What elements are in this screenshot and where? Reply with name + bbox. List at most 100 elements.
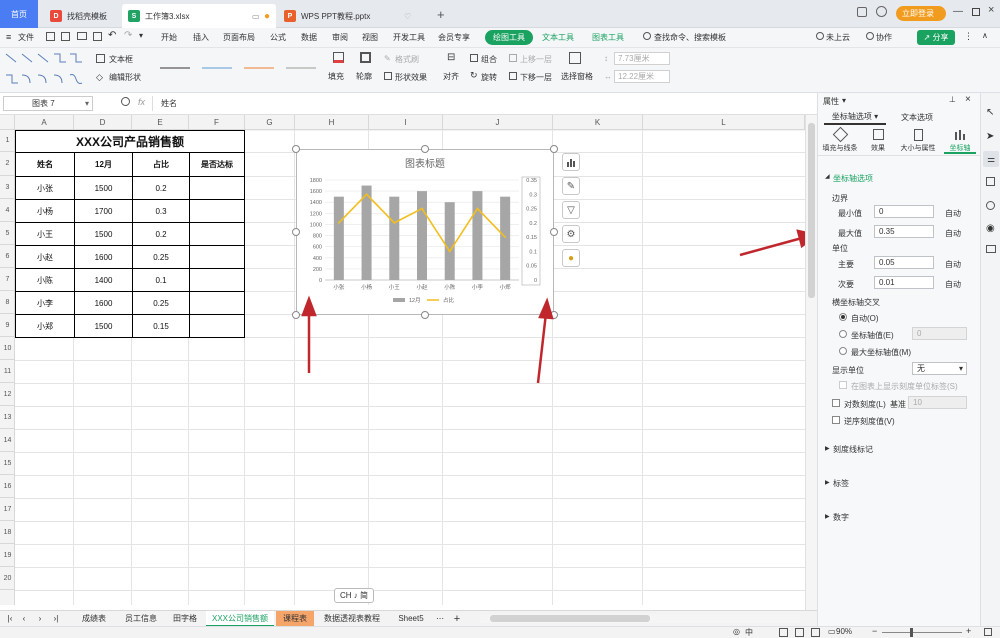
section-collapse-icon[interactable]: ▶ bbox=[825, 513, 830, 520]
menu-insert[interactable]: 插入 bbox=[193, 32, 209, 43]
row-header[interactable]: 11 bbox=[0, 360, 15, 383]
table-cell[interactable]: 0.1 bbox=[133, 269, 190, 292]
normal-view-icon[interactable] bbox=[779, 628, 788, 637]
tab-axis-options[interactable]: 坐标轴选项 ▾ bbox=[824, 111, 886, 125]
chart-filter-button[interactable]: ▽ bbox=[562, 201, 580, 219]
row-header[interactable]: 12 bbox=[0, 383, 15, 406]
shape-effect-button[interactable]: 形状效果 bbox=[395, 72, 427, 83]
table-cell[interactable] bbox=[190, 269, 245, 292]
add-sheet-icon[interactable]: + bbox=[452, 611, 462, 627]
menu-developer[interactable]: 开发工具 bbox=[393, 32, 425, 43]
section-collapse-icon[interactable]: ▶ bbox=[825, 479, 830, 486]
login-button[interactable]: 立即登录 bbox=[896, 6, 946, 21]
cross-value-input[interactable]: 0 bbox=[912, 327, 967, 340]
more-options-icon[interactable]: ⋮ bbox=[964, 31, 973, 42]
cursor-icon[interactable]: ➤ bbox=[986, 131, 994, 142]
panel-close-icon[interactable]: × bbox=[965, 94, 971, 105]
collapse-ribbon-icon[interactable]: ∧ bbox=[982, 31, 988, 40]
chart-style-button[interactable]: ✎ bbox=[562, 177, 580, 195]
tab-workbook[interactable]: S 工作簿3.xlsx ▭ ● bbox=[122, 4, 276, 28]
properties-toggle-icon[interactable]: ⚌ bbox=[983, 151, 999, 167]
table-cell[interactable] bbox=[190, 223, 245, 246]
subtab-fill-line[interactable]: 填充与线条 bbox=[822, 126, 858, 153]
fill-button[interactable]: 填充 bbox=[328, 71, 344, 82]
table-cell[interactable] bbox=[190, 177, 245, 200]
column-header-e[interactable]: E bbox=[132, 115, 189, 130]
resize-handle[interactable] bbox=[550, 145, 558, 153]
row-header[interactable]: 4 bbox=[0, 199, 15, 222]
table-cell[interactable]: 小王 bbox=[16, 223, 75, 246]
zoom-slider[interactable] bbox=[882, 632, 962, 633]
h-scroll-thumb[interactable] bbox=[490, 615, 650, 622]
collab-button[interactable]: 协作 bbox=[876, 32, 892, 43]
table-cell[interactable]: 小赵 bbox=[16, 246, 75, 269]
hamburger-icon[interactable]: ≡ bbox=[6, 32, 11, 42]
export-icon[interactable] bbox=[93, 32, 102, 41]
zoom-level[interactable]: 90% bbox=[836, 627, 852, 636]
zoom-in-icon[interactable]: + bbox=[966, 626, 971, 636]
zoom-icon[interactable] bbox=[121, 97, 130, 106]
log-scale-label[interactable]: 对数刻度(L) bbox=[844, 399, 886, 410]
textbox-button[interactable]: 文本框 bbox=[109, 54, 133, 65]
table-cell[interactable]: 0.2 bbox=[133, 177, 190, 200]
chevron-down-icon[interactable]: ▾ bbox=[85, 97, 89, 110]
row-header[interactable]: 17 bbox=[0, 498, 15, 521]
resize-handle[interactable] bbox=[292, 145, 300, 153]
save-icon[interactable] bbox=[46, 32, 55, 41]
cross-max-label[interactable]: 最大坐标轴值(M) bbox=[851, 347, 911, 358]
display-unit-select[interactable]: 无 ▾ bbox=[912, 362, 967, 375]
radio-cross-value[interactable] bbox=[839, 330, 847, 338]
menu-page-layout[interactable]: 页面布局 bbox=[223, 32, 255, 43]
row-header[interactable]: 8 bbox=[0, 291, 15, 314]
menu-text-tools[interactable]: 文本工具 bbox=[542, 32, 574, 43]
align-button[interactable]: 对齐 bbox=[443, 71, 459, 82]
table-cell[interactable]: 小郑 bbox=[16, 315, 75, 338]
sheet-tab[interactable]: 数据透视表教程 bbox=[318, 611, 386, 627]
table-cell[interactable]: 1700 bbox=[75, 200, 133, 223]
group-button[interactable]: 组合 bbox=[481, 54, 497, 65]
sheet-tab[interactable]: 员工信息 bbox=[118, 611, 164, 627]
section-number[interactable]: 数字 bbox=[833, 512, 849, 523]
panel-title-chevron-icon[interactable]: ▾ bbox=[842, 96, 846, 105]
major-auto-button[interactable]: 自动 bbox=[945, 259, 961, 270]
menu-view[interactable]: 视图 bbox=[362, 32, 378, 43]
horizontal-scrollbar[interactable] bbox=[480, 614, 800, 623]
header-ratio[interactable]: 占比 bbox=[133, 153, 190, 177]
line-style-gallery[interactable] bbox=[158, 56, 318, 82]
print-icon[interactable] bbox=[77, 32, 87, 40]
menu-formula[interactable]: 公式 bbox=[270, 32, 286, 43]
menu-drawing-tools[interactable]: 绘图工具 bbox=[485, 30, 533, 45]
bring-forward-button[interactable]: 上移一层 bbox=[520, 54, 552, 65]
subtab-effects[interactable]: 效果 bbox=[866, 129, 890, 153]
print-preview-icon[interactable] bbox=[61, 32, 70, 41]
table-cell[interactable]: 小张 bbox=[16, 177, 75, 200]
menu-chart-tools[interactable]: 图表工具 bbox=[592, 32, 624, 43]
major-input[interactable]: 0.05 bbox=[874, 256, 934, 269]
fx-label[interactable]: fx bbox=[138, 97, 145, 107]
row-header[interactable]: 10 bbox=[0, 337, 15, 360]
column-header-i[interactable]: I bbox=[369, 115, 443, 130]
row-header[interactable]: 5 bbox=[0, 222, 15, 245]
zoom-slider-handle[interactable] bbox=[910, 628, 913, 637]
chart-elements-button[interactable] bbox=[562, 153, 580, 171]
table-cell[interactable]: 0.3 bbox=[133, 200, 190, 223]
tab-home[interactable]: 首页 bbox=[0, 0, 38, 28]
table-cell[interactable] bbox=[190, 292, 245, 315]
row-header[interactable]: 6 bbox=[0, 245, 15, 268]
row-header[interactable]: 7 bbox=[0, 268, 15, 291]
format-brush-button[interactable]: 格式刷 bbox=[395, 54, 419, 65]
table-cell[interactable]: 小李 bbox=[16, 292, 75, 315]
column-header-k[interactable]: K bbox=[553, 115, 643, 130]
menu-data[interactable]: 数据 bbox=[301, 32, 317, 43]
sheet-tab[interactable]: 课程表 bbox=[276, 611, 314, 627]
table-cell[interactable]: 1500 bbox=[75, 315, 133, 338]
column-header-f[interactable]: F bbox=[189, 115, 245, 130]
redo-icon[interactable]: ↷ bbox=[124, 30, 132, 41]
table-cell[interactable]: 1600 bbox=[75, 292, 133, 315]
column-header-j[interactable]: J bbox=[443, 115, 553, 130]
pin-icon[interactable]: ⊥ bbox=[949, 95, 956, 104]
header-december[interactable]: 12月 bbox=[75, 153, 133, 177]
menu-file[interactable]: 文件 bbox=[18, 32, 34, 43]
undo-icon[interactable]: ↶ bbox=[108, 30, 116, 41]
last-sheet-icon[interactable]: ›| bbox=[52, 611, 60, 627]
